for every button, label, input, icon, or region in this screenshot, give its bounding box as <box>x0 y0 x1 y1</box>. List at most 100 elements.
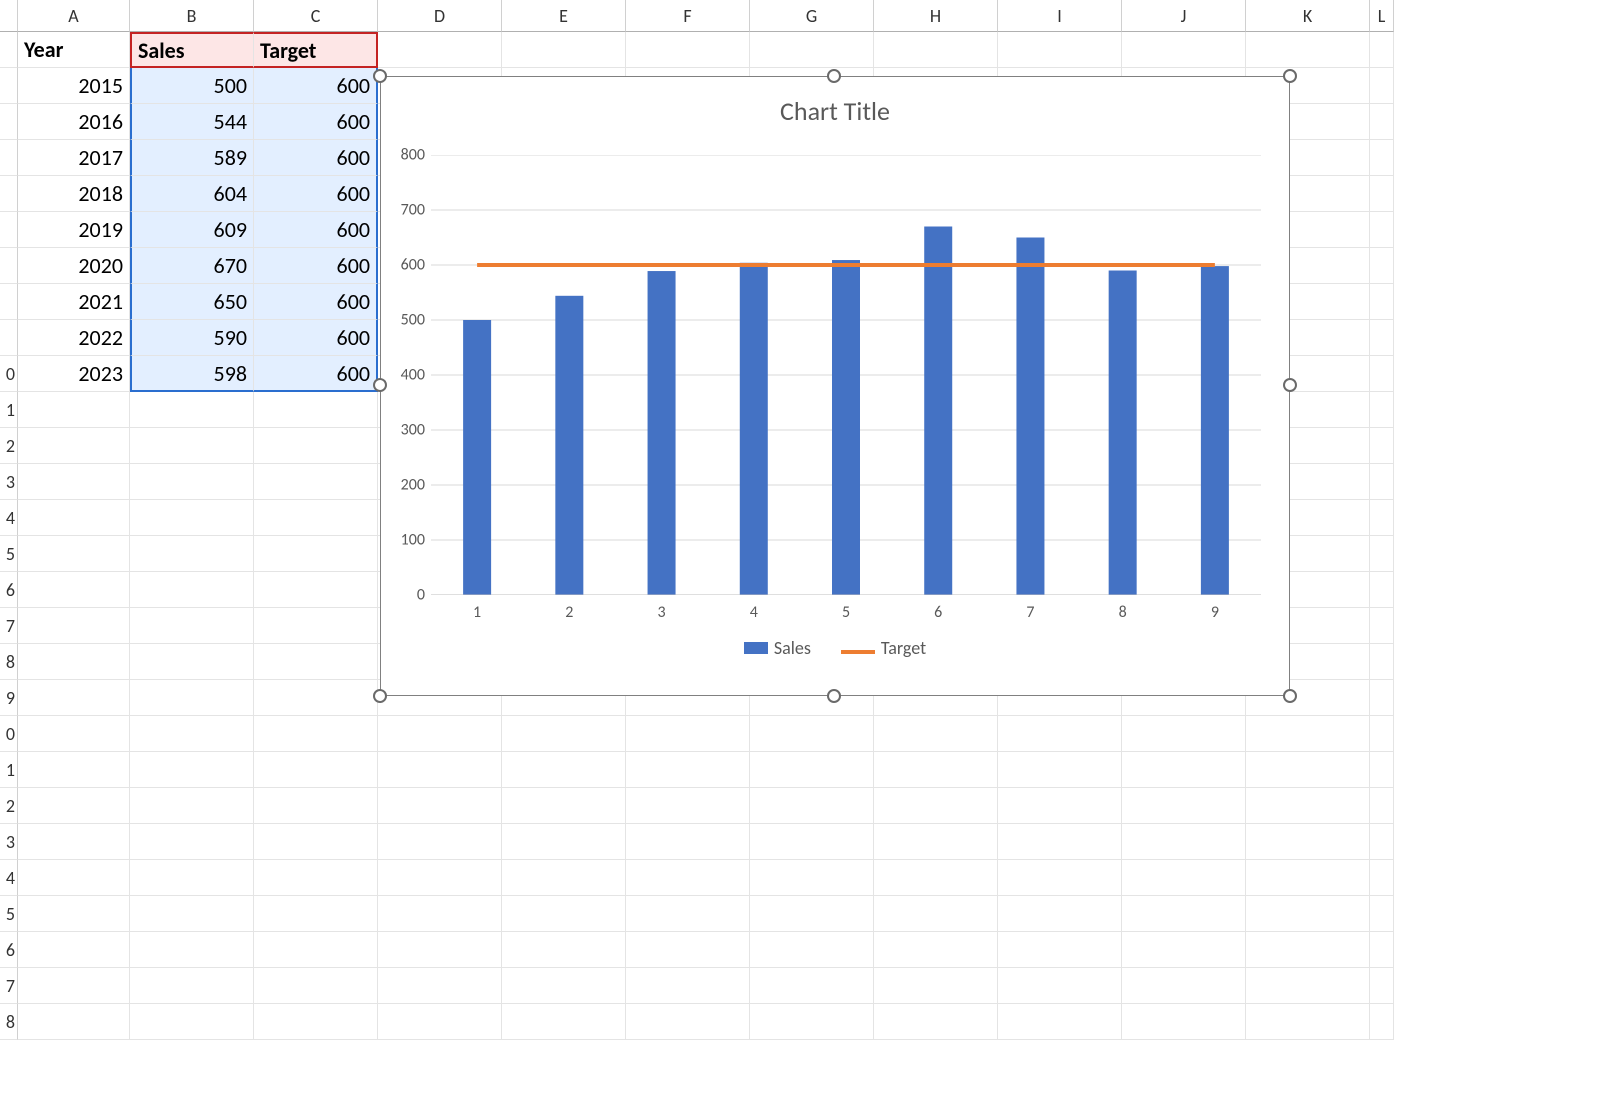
cell[interactable] <box>750 32 874 68</box>
cell[interactable] <box>1370 608 1394 644</box>
cell[interactable]: 2018 <box>18 176 130 212</box>
cell[interactable] <box>1246 1004 1370 1040</box>
cell[interactable] <box>502 788 626 824</box>
row-header[interactable]: 0 <box>0 356 18 392</box>
cell[interactable] <box>1122 1004 1246 1040</box>
cell[interactable] <box>1122 32 1246 68</box>
row-header[interactable]: 7 <box>0 608 18 644</box>
cell[interactable] <box>1246 32 1370 68</box>
cell[interactable] <box>1370 176 1394 212</box>
bar[interactable] <box>555 296 583 595</box>
row-header[interactable] <box>0 320 18 356</box>
cell[interactable] <box>502 860 626 896</box>
cell[interactable]: 600 <box>254 356 378 392</box>
cell[interactable] <box>378 968 502 1004</box>
cell[interactable] <box>1370 284 1394 320</box>
cell[interactable] <box>1370 140 1394 176</box>
row-header[interactable]: 1 <box>0 392 18 428</box>
column-header-G[interactable]: G <box>750 0 874 32</box>
cell[interactable]: 544 <box>130 104 254 140</box>
row-header[interactable]: 2 <box>0 428 18 464</box>
select-all-corner[interactable] <box>0 0 18 32</box>
cell[interactable] <box>1370 428 1394 464</box>
legend-entry-target[interactable]: Target <box>841 637 926 659</box>
resize-handle-tr[interactable] <box>1283 69 1297 83</box>
cell[interactable] <box>1370 752 1394 788</box>
cell[interactable] <box>626 752 750 788</box>
cell[interactable] <box>378 824 502 860</box>
bar[interactable] <box>832 260 860 595</box>
cell[interactable] <box>130 860 254 896</box>
cell[interactable]: 590 <box>130 320 254 356</box>
bar[interactable] <box>1109 271 1137 596</box>
cell[interactable] <box>1370 536 1394 572</box>
cell[interactable] <box>18 860 130 896</box>
cell[interactable] <box>1246 716 1370 752</box>
cell[interactable] <box>502 968 626 1004</box>
cell[interactable] <box>18 824 130 860</box>
cell[interactable] <box>130 968 254 1004</box>
cell[interactable] <box>18 608 130 644</box>
cell[interactable] <box>1370 824 1394 860</box>
cell[interactable] <box>750 1004 874 1040</box>
cell[interactable] <box>18 464 130 500</box>
cell[interactable] <box>998 968 1122 1004</box>
bar[interactable] <box>740 263 768 595</box>
cell[interactable] <box>254 644 378 680</box>
cell[interactable] <box>18 500 130 536</box>
cell[interactable] <box>378 716 502 752</box>
cell[interactable] <box>1370 392 1394 428</box>
cell[interactable] <box>998 896 1122 932</box>
cell[interactable] <box>1122 752 1246 788</box>
cell[interactable] <box>130 608 254 644</box>
row-header[interactable] <box>0 68 18 104</box>
cell[interactable] <box>998 932 1122 968</box>
cell[interactable] <box>502 932 626 968</box>
cell[interactable] <box>874 860 998 896</box>
cell[interactable] <box>502 32 626 68</box>
column-header-J[interactable]: J <box>1122 0 1246 32</box>
row-header[interactable]: 5 <box>0 536 18 572</box>
cell[interactable] <box>254 752 378 788</box>
cell[interactable] <box>254 716 378 752</box>
row-header[interactable]: 3 <box>0 464 18 500</box>
cell[interactable] <box>1246 752 1370 788</box>
cell[interactable] <box>18 392 130 428</box>
cell[interactable] <box>254 1004 378 1040</box>
cell[interactable] <box>1370 860 1394 896</box>
column-header-K[interactable]: K <box>1246 0 1370 32</box>
cell[interactable] <box>750 752 874 788</box>
row-header[interactable]: 4 <box>0 500 18 536</box>
cell[interactable] <box>1370 32 1394 68</box>
row-header[interactable] <box>0 176 18 212</box>
cell[interactable] <box>750 896 874 932</box>
cell[interactable] <box>254 608 378 644</box>
row-header[interactable]: 4 <box>0 860 18 896</box>
bar[interactable] <box>1201 266 1229 595</box>
cell[interactable] <box>1370 716 1394 752</box>
cell[interactable]: 2016 <box>18 104 130 140</box>
cell[interactable] <box>998 752 1122 788</box>
cell[interactable]: 2022 <box>18 320 130 356</box>
resize-handle-br[interactable] <box>1283 689 1297 703</box>
cell[interactable] <box>1122 932 1246 968</box>
cell[interactable] <box>254 428 378 464</box>
column-header-D[interactable]: D <box>378 0 502 32</box>
cell[interactable] <box>1370 356 1394 392</box>
cell[interactable] <box>130 788 254 824</box>
chart-x-axis[interactable]: 123456789 <box>431 599 1261 627</box>
cell[interactable] <box>1370 500 1394 536</box>
cell[interactable] <box>130 1004 254 1040</box>
cell[interactable]: 598 <box>130 356 254 392</box>
cell[interactable] <box>502 752 626 788</box>
resize-handle-tl[interactable] <box>373 69 387 83</box>
cell[interactable] <box>998 788 1122 824</box>
cell[interactable] <box>626 788 750 824</box>
cell[interactable] <box>130 572 254 608</box>
row-header[interactable] <box>0 104 18 140</box>
cell[interactable] <box>1122 860 1246 896</box>
cell[interactable] <box>254 932 378 968</box>
cell[interactable] <box>378 1004 502 1040</box>
cell[interactable] <box>874 968 998 1004</box>
cell[interactable] <box>874 752 998 788</box>
